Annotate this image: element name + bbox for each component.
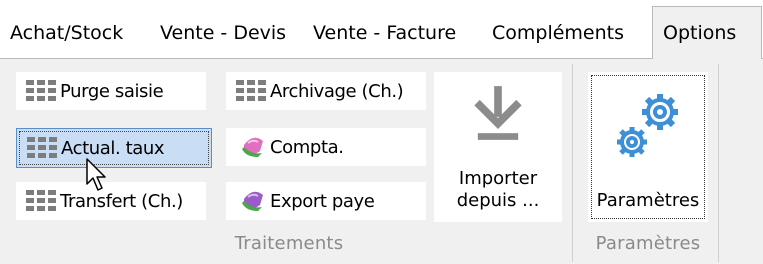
tab-vente-devis[interactable]: Vente - Devis [150, 16, 296, 50]
gem-icon [242, 191, 263, 211]
export-paye-label: Export paye [270, 190, 375, 212]
compta-button[interactable]: Compta. [226, 128, 426, 166]
purge-saisie-label: Purge saisie [60, 80, 164, 102]
tab-achat-stock[interactable]: Achat/Stock [0, 16, 133, 50]
gears-icon [617, 94, 678, 157]
archivage-button[interactable]: Archivage (Ch.) [226, 72, 426, 110]
gem-icon [242, 137, 263, 157]
actual-taux-label: Actual. taux [61, 137, 165, 159]
tab-vente-facture[interactable]: Vente - Facture [303, 16, 466, 50]
purge-saisie-button[interactable]: Purge saisie [16, 72, 206, 110]
archivage-label: Archivage (Ch.) [270, 80, 404, 102]
group-label-traitements: Traitements [234, 233, 344, 254]
mouse-cursor-icon [86, 158, 106, 191]
compta-label: Compta. [270, 136, 344, 158]
group-label-parametres: Paramètres [595, 233, 701, 254]
transfert-button[interactable]: Transfert (Ch.) [16, 182, 206, 220]
grid-icon [26, 190, 56, 211]
grid-icon [27, 137, 57, 158]
download-arrow-icon [474, 86, 522, 140]
ribbon-tab-strip: Achat/Stock Vente - Devis Vente - Factur… [0, 0, 763, 59]
ribbon-panel: Purge saisie Archivage (Ch.) Actual. tau… [0, 58, 763, 264]
export-paye-button[interactable]: Export paye [226, 182, 426, 220]
grid-icon [236, 80, 266, 101]
group-parametres: Paramètres Paramètres [578, 64, 719, 262]
actual-taux-button[interactable]: Actual. taux [16, 128, 212, 168]
parametres-button[interactable]: Paramètres [588, 72, 708, 222]
tab-complements[interactable]: Compléments [482, 16, 634, 50]
transfert-label: Transfert (Ch.) [60, 190, 183, 212]
parametres-button-label: Paramètres [596, 190, 700, 211]
tab-options[interactable]: Options [652, 6, 762, 59]
importer-depuis-button[interactable]: Importer depuis ... [434, 72, 562, 222]
grid-icon [26, 80, 56, 101]
importer-label: Importer depuis ... [456, 168, 540, 211]
